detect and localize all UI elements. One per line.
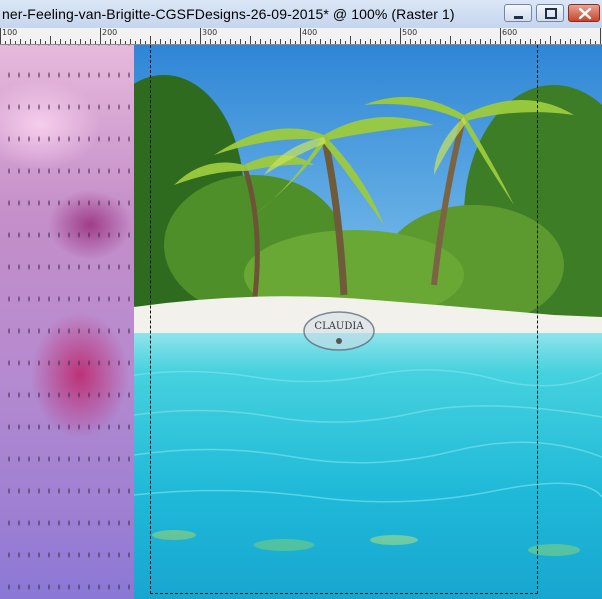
window-title: ner-Feeling-van-Brigitte-CGSFDesigns-26-… — [2, 6, 455, 22]
image-canvas[interactable]: CLAUDIA — [0, 45, 602, 599]
horizontal-ruler[interactable]: 100 200 300 400 500 600 — [0, 28, 602, 45]
maximize-button[interactable] — [536, 4, 564, 22]
ruler-label: 200 — [102, 28, 118, 37]
minimize-button[interactable] — [504, 4, 532, 22]
close-button[interactable] — [568, 4, 600, 22]
ruler-label: 600 — [502, 28, 518, 37]
ruler-label: 100 — [2, 28, 18, 37]
claudia-watermark: CLAUDIA — [303, 311, 375, 351]
pink-texture-layer — [0, 45, 134, 599]
title-bar: ner-Feeling-van-Brigitte-CGSFDesigns-26-… — [0, 0, 602, 29]
dot-pattern — [0, 45, 134, 599]
close-icon — [578, 7, 592, 20]
ruler-label: 500 — [402, 28, 418, 37]
ruler-label: 400 — [302, 28, 318, 37]
minimize-icon — [514, 16, 523, 19]
ruler-label: 300 — [202, 28, 218, 37]
watermark-text: CLAUDIA — [314, 321, 364, 332]
maximize-icon — [545, 8, 557, 19]
